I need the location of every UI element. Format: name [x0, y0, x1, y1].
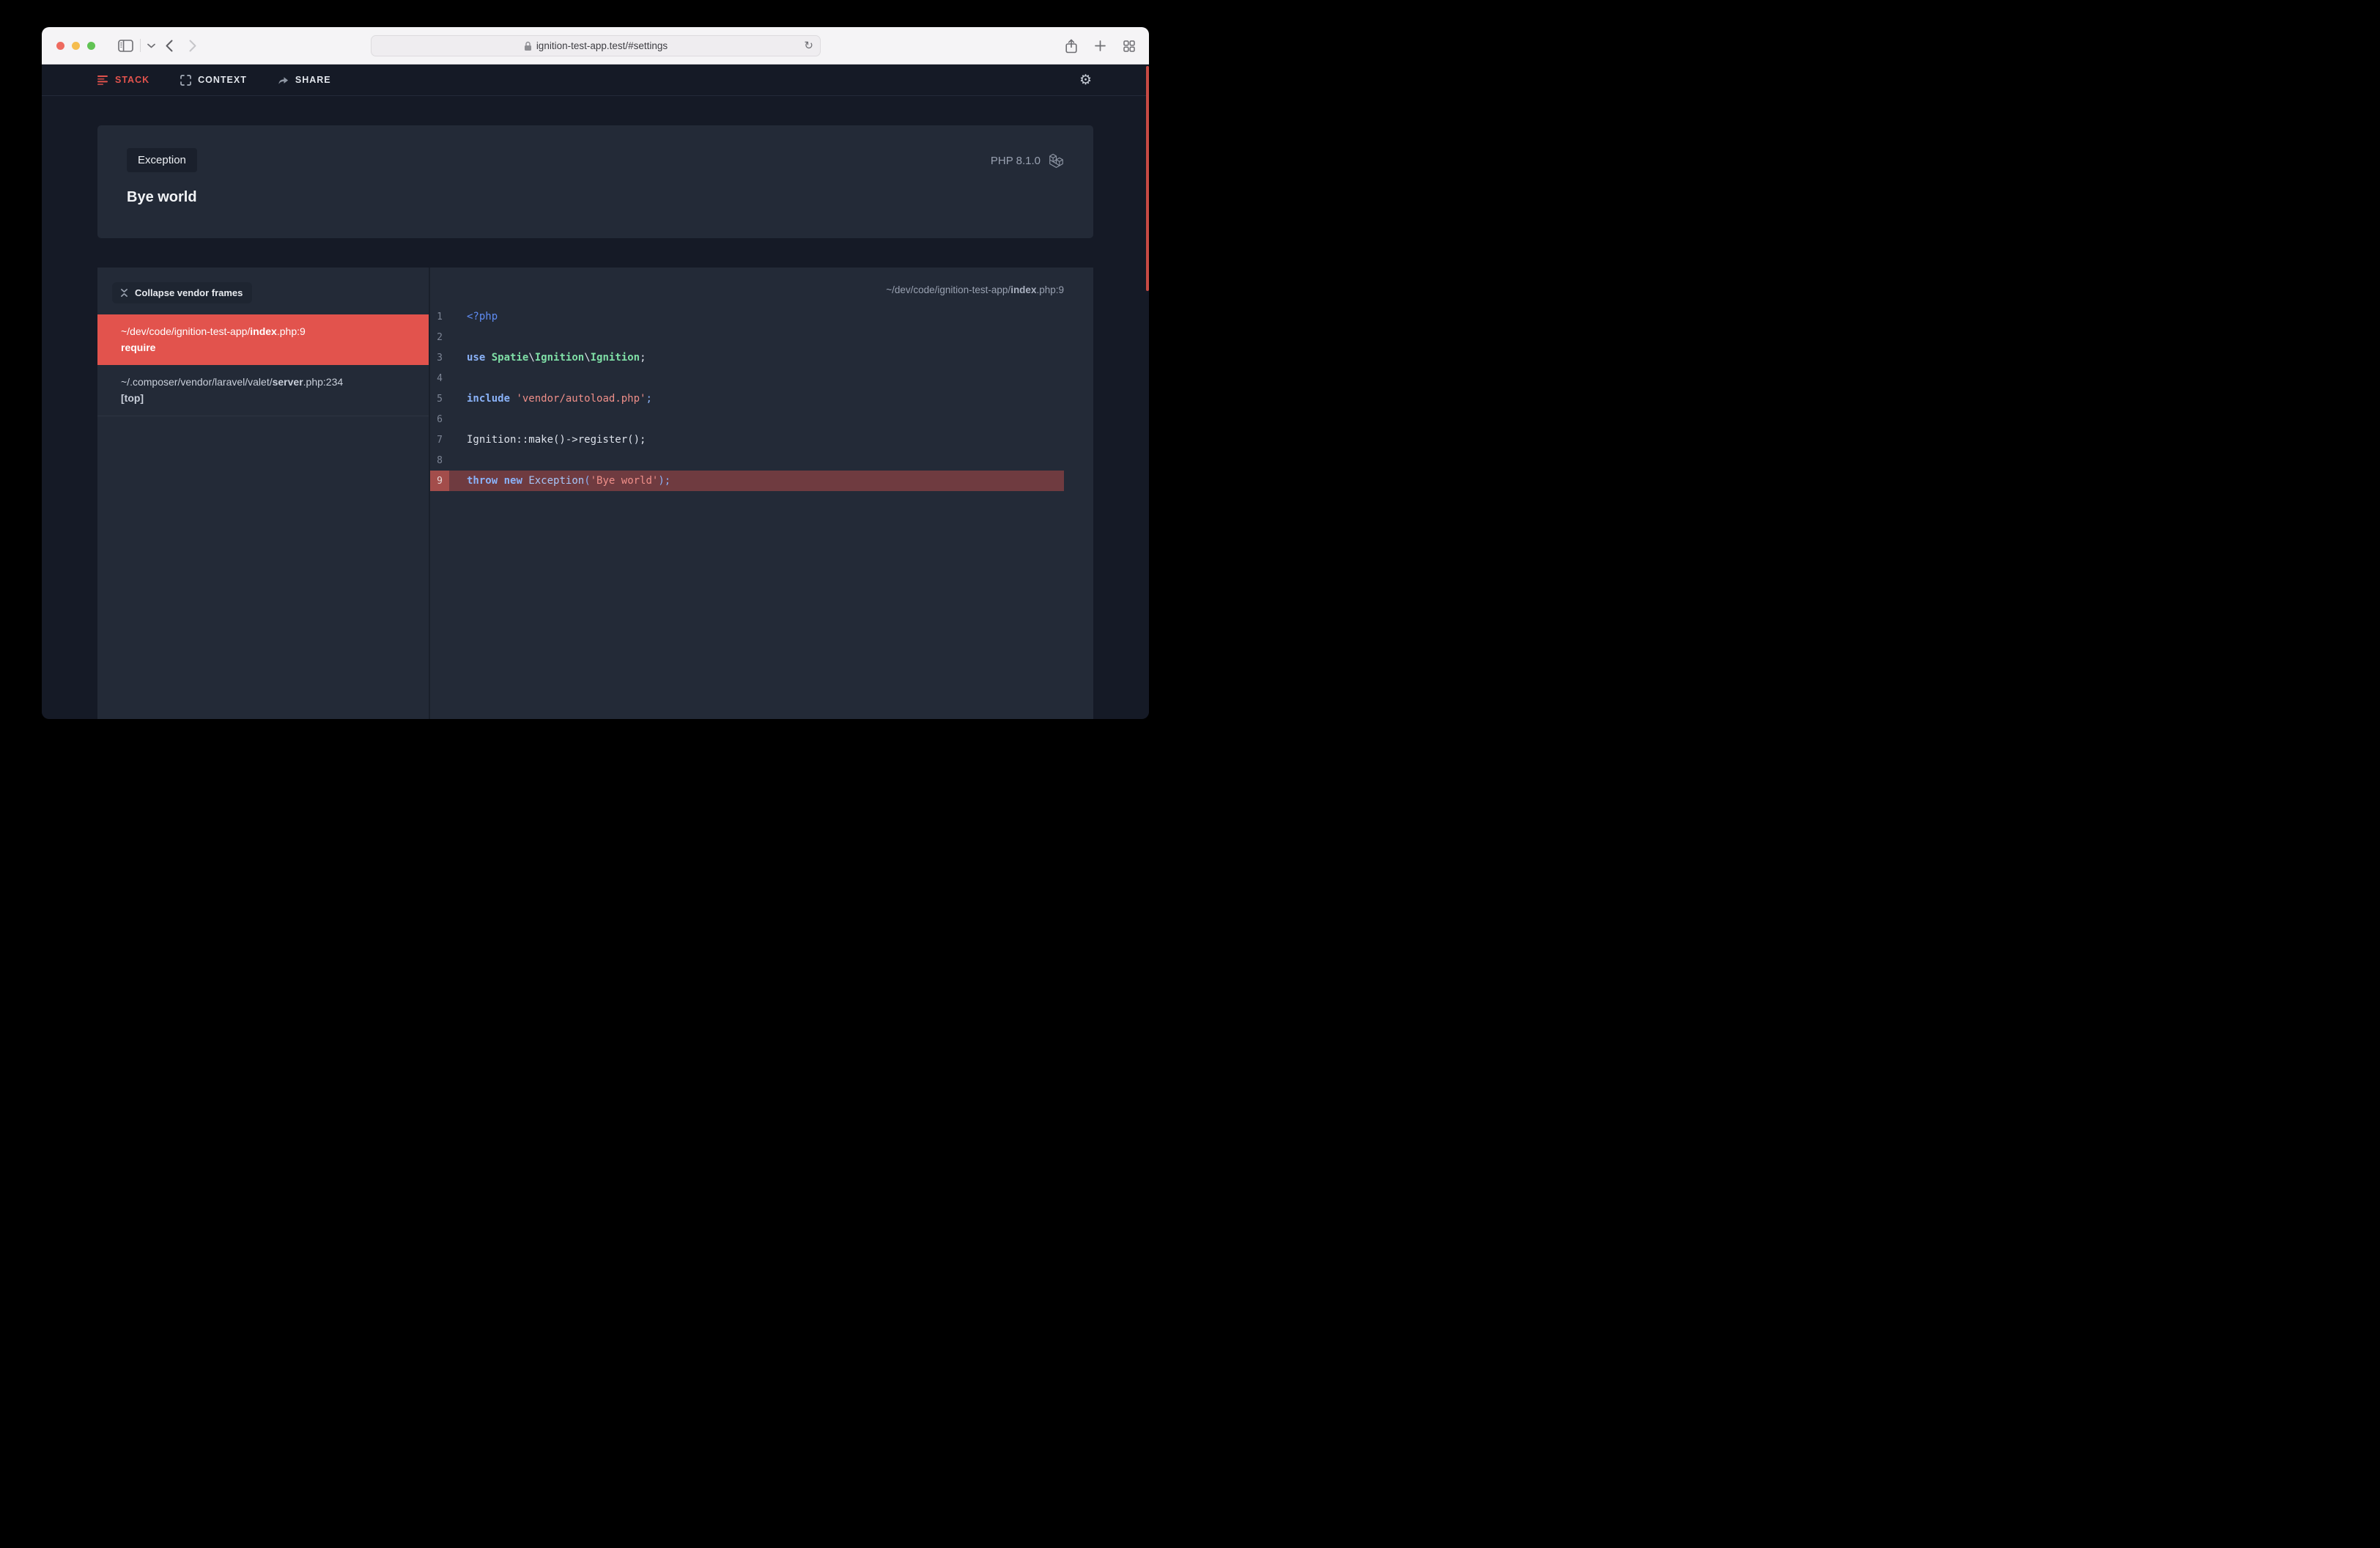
new-tab-icon[interactable]: [1095, 40, 1106, 51]
line-number: 2: [430, 327, 449, 347]
code-line: 3use Spatie\Ignition\Ignition;: [430, 347, 1064, 368]
code-text: Ignition::make()->register();: [449, 430, 646, 450]
line-number: 1: [430, 306, 449, 327]
traffic-lights: [56, 42, 95, 50]
line-number: 9: [430, 471, 449, 491]
code-line: 4: [430, 368, 1064, 388]
tab-share[interactable]: SHARE: [278, 75, 331, 85]
frame-method: require: [121, 340, 405, 355]
ignition-navbar: STACK CONTEXT SHARE ⚙: [42, 64, 1149, 96]
exception-card: Exception PHP 8.1.0 Bye world: [97, 125, 1093, 238]
code-line: 1<?php: [430, 306, 1064, 327]
code-line: 8: [430, 450, 1064, 471]
sidebar-toggle-icon[interactable]: [118, 40, 133, 52]
browser-toolbar: ignition-test-app.test/#settings ↻: [42, 27, 1149, 64]
exception-type-badge: Exception: [127, 148, 197, 172]
code-line-highlighted: 9throw new Exception('Bye world');: [430, 471, 1064, 491]
collapse-vendor-frames-button[interactable]: Collapse vendor frames: [112, 282, 252, 303]
code-line: 6: [430, 409, 1064, 430]
back-button-icon[interactable]: [166, 40, 173, 52]
share-arrow-icon: [278, 75, 289, 85]
line-number: 7: [430, 430, 449, 450]
reload-icon[interactable]: ↻: [804, 39, 813, 52]
url-text: ignition-test-app.test/#settings: [536, 40, 668, 51]
code-text: [449, 327, 467, 347]
tab-stack[interactable]: STACK: [97, 75, 149, 85]
stack-frame-vendor[interactable]: ~/.composer/vendor/laravel/valet/server.…: [97, 365, 429, 416]
code-text: [449, 450, 467, 471]
code-text: include 'vendor/autoload.php';: [449, 388, 652, 409]
code-line: 5include 'vendor/autoload.php';: [430, 388, 1064, 409]
frame-method: [top]: [121, 391, 405, 406]
tab-context[interactable]: CONTEXT: [180, 75, 247, 86]
tab-context-label: CONTEXT: [198, 75, 247, 85]
line-number: 8: [430, 450, 449, 471]
laravel-icon: [1049, 152, 1064, 169]
code-text: [449, 409, 467, 430]
close-button[interactable]: [56, 42, 64, 50]
code-snippet-pane: ~/dev/code/ignition-test-app/index.php:9…: [429, 268, 1093, 719]
browser-window: ignition-test-app.test/#settings ↻: [42, 27, 1149, 719]
code-text: use Spatie\Ignition\Ignition;: [449, 347, 646, 368]
collapse-icon: [120, 288, 128, 298]
exception-message: Bye world: [97, 172, 1093, 206]
lock-icon: [524, 41, 532, 51]
code-text: throw new Exception('Bye world');: [449, 471, 670, 491]
code-file-path: ~/dev/code/ignition-test-app/index.php:9: [430, 268, 1093, 306]
code-lines: 1<?php23use Spatie\Ignition\Ignition;45i…: [430, 306, 1093, 491]
page-scrollbar-thumb[interactable]: [1146, 66, 1149, 291]
tab-share-label: SHARE: [295, 75, 331, 85]
code-line: 2: [430, 327, 1064, 347]
context-brackets-icon: [180, 75, 191, 86]
forward-button-icon[interactable]: [189, 40, 196, 52]
line-number: 5: [430, 388, 449, 409]
ignition-page: STACK CONTEXT SHARE ⚙: [42, 64, 1149, 718]
minimize-button[interactable]: [72, 42, 80, 50]
stack-frame-active[interactable]: ~/dev/code/ignition-test-app/index.php:9…: [97, 314, 429, 365]
gear-icon[interactable]: ⚙: [1079, 73, 1092, 87]
toolbar-divider: [140, 39, 141, 52]
address-bar[interactable]: ignition-test-app.test/#settings ↻: [371, 35, 821, 56]
line-number: 4: [430, 368, 449, 388]
code-line: 7Ignition::make()->register();: [430, 430, 1064, 450]
line-number: 3: [430, 347, 449, 368]
zoom-button[interactable]: [87, 42, 95, 50]
chevron-down-icon[interactable]: [147, 43, 155, 48]
frame-path: ~/dev/code/ignition-test-app/index.php:9: [121, 324, 405, 339]
frame-path: ~/.composer/vendor/laravel/valet/server.…: [121, 375, 405, 390]
tab-overview-icon[interactable]: [1123, 40, 1135, 52]
stack-frames-pane: Collapse vendor frames ~/dev/code/igniti…: [97, 268, 429, 719]
collapse-vendor-frames-label: Collapse vendor frames: [135, 287, 243, 298]
share-icon[interactable]: [1065, 39, 1077, 54]
line-number: 6: [430, 409, 449, 430]
tab-stack-label: STACK: [115, 75, 149, 85]
code-text: [449, 368, 467, 388]
code-text: <?php: [449, 306, 498, 327]
stack-trace-section: Collapse vendor frames ~/dev/code/igniti…: [97, 268, 1093, 719]
php-version: PHP 8.1.0: [991, 155, 1041, 167]
stack-list-icon: [97, 75, 108, 85]
